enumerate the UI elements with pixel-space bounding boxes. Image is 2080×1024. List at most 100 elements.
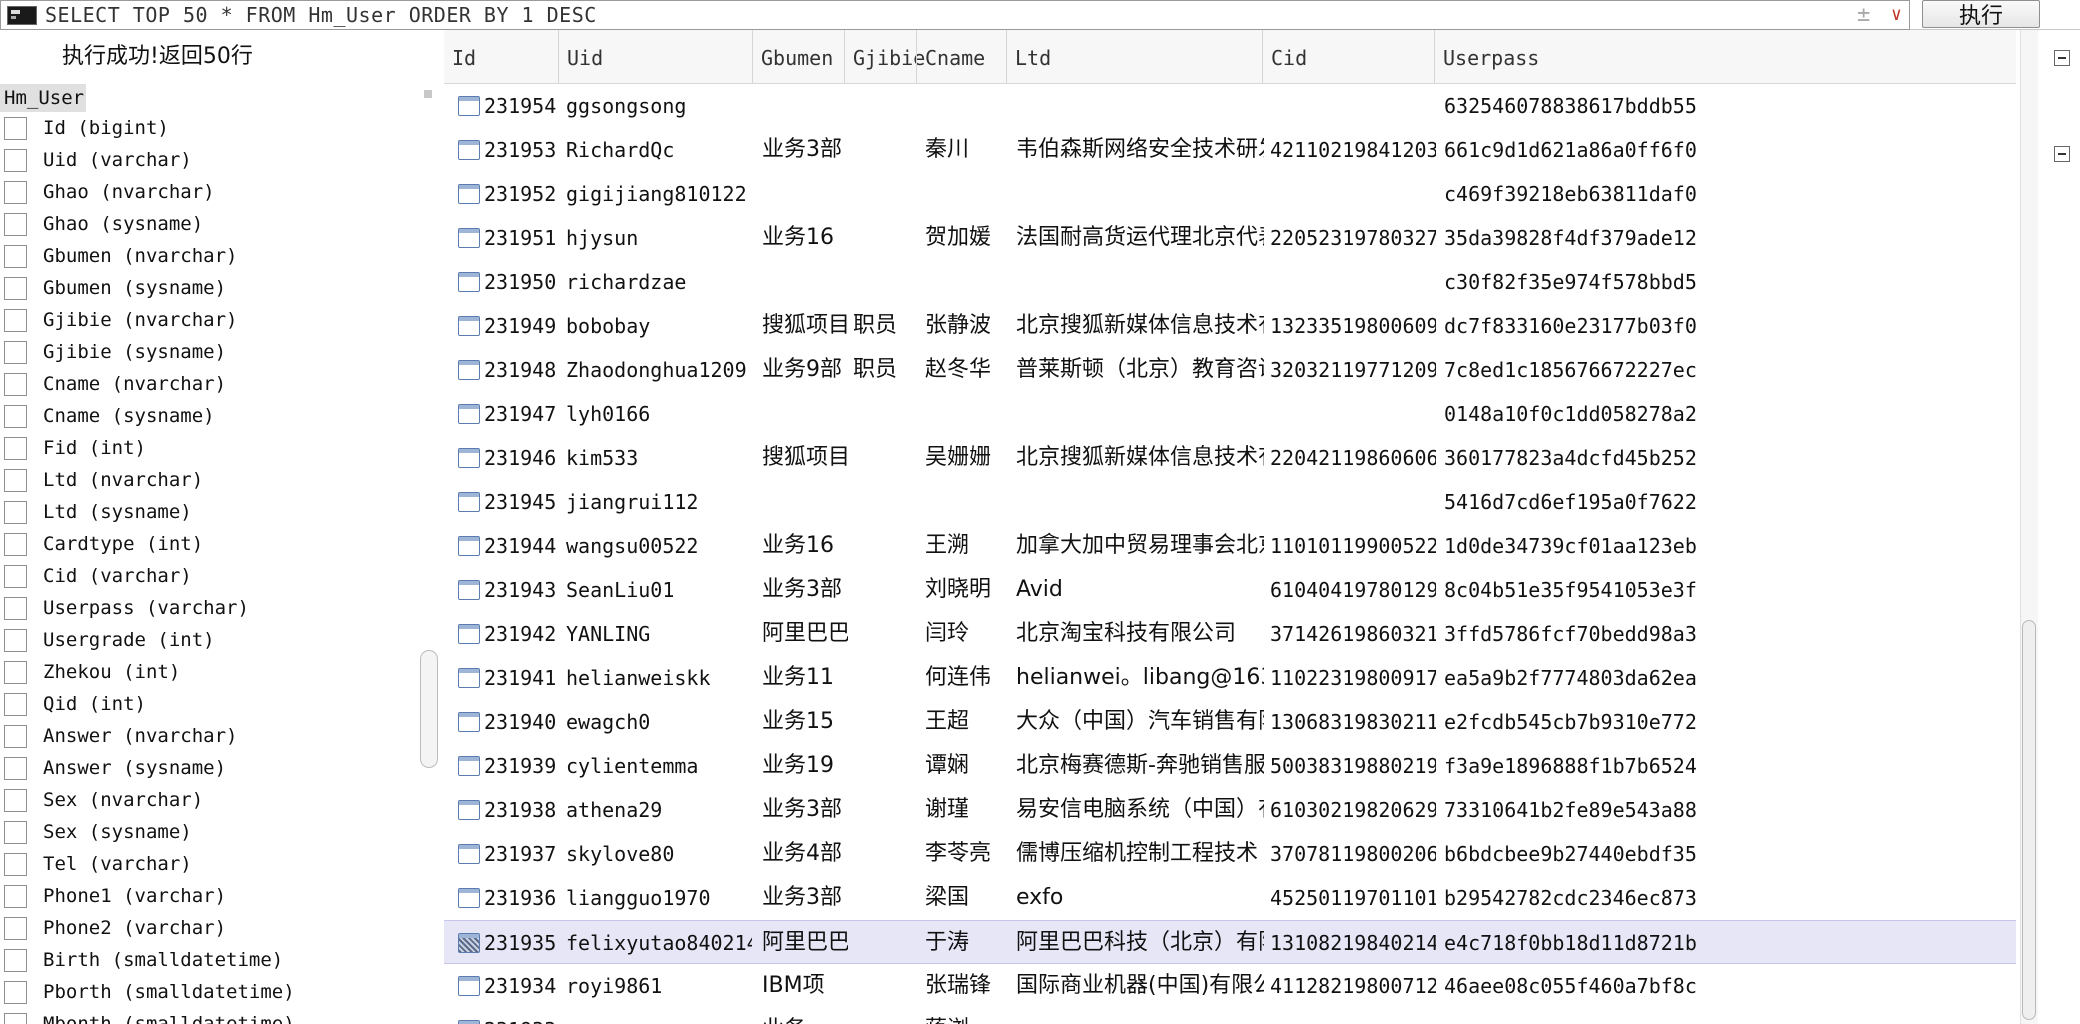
cell-cid[interactable]: 220421198606060245 (1270, 436, 1436, 480)
cell-userpass[interactable]: 661c9d1d621a86a0ff6f0 (1444, 128, 2016, 172)
cell-cid[interactable]: 610404197801291032 (1270, 568, 1436, 612)
column-checkbox[interactable] (4, 468, 27, 492)
row-record-icon[interactable] (458, 1020, 480, 1024)
cell-gbumen[interactable]: 阿里巴巴 (762, 612, 848, 656)
cell-gbumen[interactable]: 业务16 (762, 524, 848, 568)
cell-id[interactable]: 231944 (484, 524, 558, 568)
cell-id[interactable]: 231947 (484, 392, 558, 436)
cell-userpass[interactable]: e4c718f0bb18d11d8721b (1444, 921, 2016, 965)
column-checkbox[interactable] (4, 756, 27, 780)
cell-ltd[interactable]: 韦伯森斯网络安全技术研发... (1016, 128, 1264, 172)
cell-ltd[interactable] (1016, 260, 1264, 304)
cell-cname[interactable] (925, 480, 1009, 524)
cell-id[interactable]: 231938 (484, 788, 558, 832)
execute-button[interactable]: 执行 (1922, 0, 2040, 29)
cell-gbumen[interactable] (762, 480, 848, 524)
cell-id[interactable]: 231952 (484, 172, 558, 216)
sql-query-text[interactable]: SELECT TOP 50 * FROM Hm_User ORDER BY 1 … (45, 3, 597, 27)
cell-gjibie[interactable] (853, 700, 921, 744)
row-record-icon[interactable] (458, 624, 480, 644)
cell-gbumen[interactable]: 业务11 (762, 656, 848, 700)
column-item[interactable]: Userpass (varchar) (0, 592, 420, 624)
cell-uid[interactable]: SeanLiu01 (566, 568, 752, 612)
cell-cid[interactable]: 421102198412030833 (1270, 128, 1436, 172)
cell-gbumen[interactable]: 业务4部 (762, 832, 848, 876)
cell-gjibie[interactable] (853, 436, 921, 480)
cell-cname[interactable]: 王溯 (925, 524, 1009, 568)
column-item[interactable]: Zhekou (int) (0, 656, 420, 688)
cell-gbumen[interactable]: 业务3部 (762, 876, 848, 920)
cell-cid[interactable] (1270, 480, 1436, 524)
column-checkbox[interactable] (4, 276, 27, 300)
row-record-icon[interactable] (458, 844, 480, 864)
cell-gjibie[interactable] (853, 128, 921, 172)
collapse-top-icon[interactable] (2054, 50, 2070, 66)
table-row[interactable]: 231945 jiangrui112 5416d7cd6ef195a0f7622 (444, 480, 2016, 524)
cell-uid[interactable]: YANLING (566, 612, 752, 656)
cell-cid[interactable] (1270, 392, 1436, 436)
column-checkbox[interactable] (4, 628, 27, 652)
cell-gbumen[interactable] (762, 84, 848, 128)
cell-cid[interactable]: 110101199005222525 (1270, 524, 1436, 568)
cell-cid[interactable]: 411282198007126036 (1270, 964, 1436, 1008)
row-record-icon[interactable] (458, 580, 480, 600)
cell-ltd[interactable]: 加拿大加中贸易理事会北京... (1016, 524, 1264, 568)
cell-userpass[interactable]: f3a9e1896888f1b7b6524 (1444, 744, 2016, 788)
cell-gbumen[interactable]: 业务3部 (762, 788, 848, 832)
cell-cname[interactable]: 吴姗姗 (925, 436, 1009, 480)
column-checkbox[interactable] (4, 724, 27, 748)
column-item[interactable]: Cardtype (int) (0, 528, 420, 560)
cell-gjibie[interactable] (853, 172, 921, 216)
cell-uid[interactable]: skylove80 (566, 832, 752, 876)
cell-cname[interactable]: 谢瑾 (925, 788, 1009, 832)
cell-cid[interactable]: 371426198603210020 (1270, 612, 1436, 656)
cell-gjibie[interactable] (853, 1008, 921, 1024)
cell-gjibie[interactable] (853, 832, 921, 876)
table-row[interactable]: 231935felixyutao840214阿里巴巴 于涛阿里巴巴科技（北京）有限… (444, 920, 2016, 964)
cell-uid[interactable]: athena29 (566, 788, 752, 832)
cell-userpass[interactable]: 0148a10f0c1dd058278a2 (1444, 392, 2016, 436)
row-record-icon[interactable] (458, 272, 480, 292)
cell-gbumen[interactable]: 业务15 (762, 700, 848, 744)
sql-query-input[interactable]: SELECT TOP 50 * FROM Hm_User ORDER BY 1 … (0, 0, 1910, 30)
cell-cid[interactable] (1270, 84, 1436, 128)
cell-cname[interactable]: 李苓亮 (925, 832, 1009, 876)
cell-gbumen[interactable]: 业务3部 (762, 128, 848, 172)
cell-id[interactable]: 231954 (484, 84, 558, 128)
cell-id[interactable]: 231942 (484, 612, 558, 656)
cell-uid[interactable]: Zhaodonghua1209 (566, 348, 752, 392)
cell-userpass[interactable]: 5416d7cd6ef195a0f7622 (1444, 480, 2016, 524)
cell-id[interactable]: 231934 (484, 964, 558, 1008)
cell-cname[interactable]: 何连伟 (925, 656, 1009, 700)
cell-ltd[interactable]: helianwei。libang@163.com (1016, 656, 1264, 700)
table-row[interactable]: 231947 lyh0166 0148a10f0c1dd058278a2 (444, 392, 2016, 436)
cell-gjibie[interactable] (853, 216, 921, 260)
column-checkbox[interactable] (4, 148, 27, 172)
cell-gbumen[interactable]: 业务16 (762, 216, 848, 260)
column-item[interactable]: Usergrade (int) (0, 624, 420, 656)
column-item[interactable]: Pborth (smalldatetime) (0, 976, 420, 1008)
cell-uid[interactable]: felixyutao840214 (566, 921, 752, 965)
cell-cname[interactable]: 张静波 (925, 304, 1009, 348)
column-checkbox[interactable] (4, 916, 27, 940)
cell-gbumen[interactable]: IBM项 (762, 964, 848, 1008)
cell-userpass[interactable]: 360177823a4dcfd45b252 (1444, 436, 2016, 480)
cell-uid[interactable]: richardzae (566, 260, 752, 304)
cell-cname[interactable]: 张瑞锋 (925, 964, 1009, 1008)
cell-cid[interactable]: 500383198802198744 (1270, 744, 1436, 788)
table-row[interactable]: 231953RichardQc业务3部 秦川韦伯森斯网络安全技术研发...4211… (444, 128, 2016, 172)
cell-id[interactable]: 231950 (484, 260, 558, 304)
cell-gjibie[interactable] (853, 480, 921, 524)
cell-gjibie[interactable] (853, 656, 921, 700)
cell-userpass[interactable]: c30f82f35e974f578bbd5 (1444, 260, 2016, 304)
column-header-userpass[interactable]: Userpass (1434, 30, 2016, 84)
table-row[interactable]: 231933 业务 蒋浏 (444, 1008, 2016, 1024)
cell-gjibie[interactable] (853, 921, 921, 965)
cell-uid[interactable] (566, 1008, 752, 1024)
column-checkbox[interactable] (4, 820, 27, 844)
column-checkbox[interactable] (4, 660, 27, 684)
table-row[interactable]: 231948 Zhaodonghua1209 业务9部 职员 赵冬华 普莱斯顿（北京）教育… (444, 348, 2016, 392)
cell-cname[interactable] (925, 172, 1009, 216)
row-record-icon[interactable] (458, 933, 480, 953)
cell-userpass[interactable]: 7c8ed1c185676672227ec (1444, 348, 2016, 392)
